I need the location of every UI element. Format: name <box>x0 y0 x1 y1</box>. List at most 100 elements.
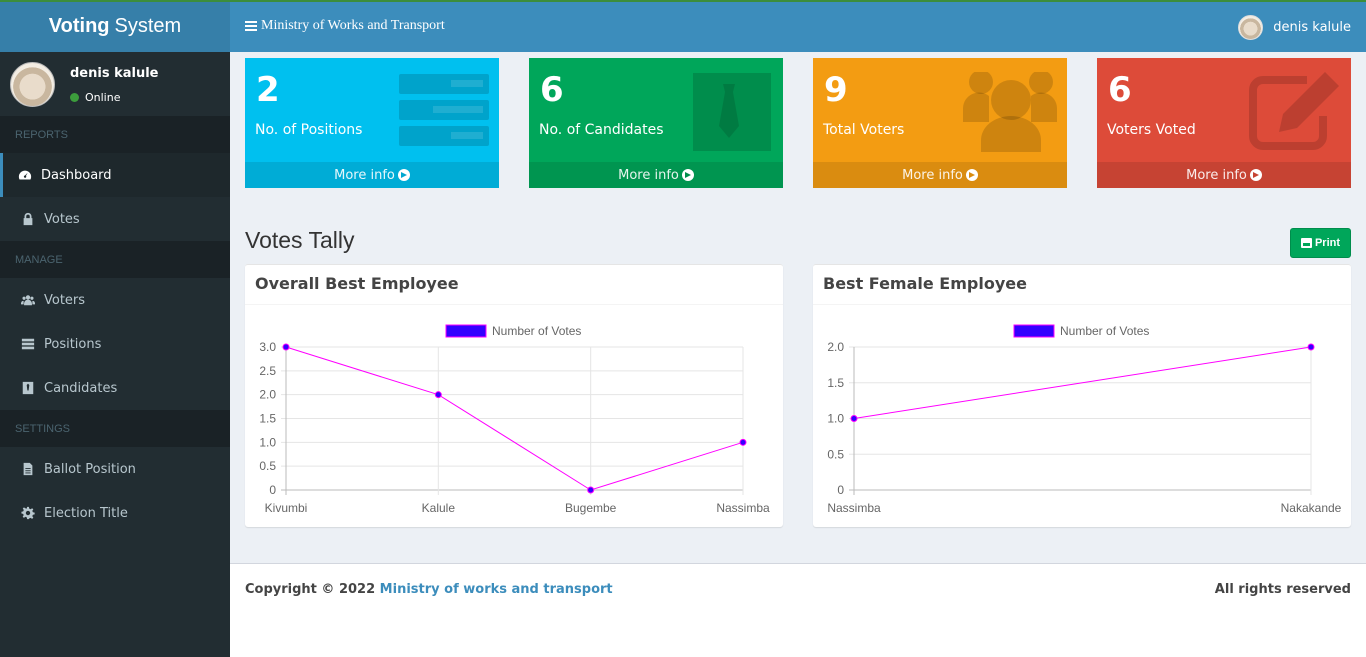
more-info-link[interactable]: More info <box>529 162 783 188</box>
navbar-avatar <box>1238 15 1264 40</box>
section-header-reports: REPORTS <box>0 116 230 153</box>
tie-icon <box>693 73 771 151</box>
data-point <box>1307 343 1315 351</box>
users-icon <box>21 293 35 307</box>
y-tick-label: 0 <box>837 483 844 497</box>
stat-value: 2 <box>256 70 280 110</box>
x-tick-label: Bugembe <box>565 501 617 515</box>
legend-swatch <box>1013 324 1055 338</box>
stat-box-voted: 6 Voters Voted More info <box>1097 58 1351 188</box>
legend-swatch <box>445 324 487 338</box>
tie-icon <box>21 381 35 395</box>
status-label: Online <box>85 91 121 104</box>
sidebar-label-votes: Votes <box>44 211 80 227</box>
more-info-link[interactable]: More info <box>813 162 1067 188</box>
section-header-settings: SETTINGS <box>0 410 230 447</box>
page-footer: Copyright © 2022 Ministry of works and t… <box>230 563 1366 657</box>
stat-box-positions: 2 No. of Positions More info <box>245 58 499 188</box>
list-icon <box>399 74 489 146</box>
user-panel: denis kalule Online <box>0 52 230 116</box>
sidebar-item-dashboard[interactable]: Dashboard <box>0 153 230 197</box>
copyright: Copyright © 2022 Ministry of works and t… <box>245 582 613 597</box>
users-icon <box>963 72 1057 152</box>
y-tick-label: 0 <box>269 483 276 497</box>
logo-bold: Voting <box>48 14 110 37</box>
stat-label: Voters Voted <box>1107 122 1196 138</box>
stat-value: 6 <box>540 70 564 110</box>
print-icon <box>1300 238 1312 248</box>
legend-label: Number of Votes <box>492 324 581 338</box>
y-tick-label: 0.5 <box>259 459 276 473</box>
votes-tally-title: Votes Tally <box>245 227 355 253</box>
legend-label: Number of Votes <box>1060 324 1149 338</box>
chart-legend: Number of Votes <box>1013 324 1149 338</box>
gear-icon <box>21 506 35 520</box>
data-point <box>587 486 595 494</box>
print-button[interactable]: Print <box>1290 228 1351 258</box>
app-logo[interactable]: Voting System <box>0 0 230 52</box>
stat-value: 6 <box>1108 70 1132 110</box>
sidebar: denis kalule Online REPORTS Dashboard Vo… <box>0 52 230 657</box>
stat-label: Total Voters <box>823 122 905 138</box>
sidebar-user-name: denis kalule <box>70 66 159 81</box>
sidebar-label-candidates: Candidates <box>44 380 118 396</box>
y-tick-label: 3.0 <box>259 340 276 354</box>
y-tick-label: 2.0 <box>259 388 276 402</box>
data-point <box>434 391 442 399</box>
sidebar-item-positions[interactable]: Positions <box>0 322 230 366</box>
navbar-title: Ministry of Works and Transport <box>261 18 445 33</box>
tasks-icon <box>21 337 35 351</box>
sidebar-item-voters[interactable]: Voters <box>0 278 230 322</box>
rights-text: All rights reserved <box>1214 582 1351 597</box>
more-info-label: More info <box>1186 167 1247 183</box>
chart-panel-overall: Overall Best Employee Number of Votes 3.0… <box>245 264 783 527</box>
section-header-manage: MANAGE <box>0 241 230 278</box>
x-tick-label: Kalule <box>422 501 456 515</box>
sidebar-label-positions: Positions <box>44 336 102 352</box>
chart-overall-best-employee: Number of Votes 3.0 2.5 2.0 1.5 1.0 0.5 0 Kivumb… <box>259 324 770 515</box>
stat-box-voters: 9 Total Voters More info <box>813 58 1067 188</box>
sidebar-item-votes[interactable]: Votes <box>0 197 230 241</box>
y-tick-label: 1.5 <box>827 376 844 390</box>
x-tick-label: Nassimba <box>827 501 881 515</box>
dashboard-icon <box>18 168 32 182</box>
top-accent-line <box>0 0 1366 2</box>
arrow-circle-right-icon <box>965 169 978 181</box>
chart-legend: Number of Votes <box>445 324 581 338</box>
logo-rest: System <box>114 14 182 37</box>
stat-value: 9 <box>824 70 848 110</box>
sidebar-label-dashboard: Dashboard <box>41 167 112 183</box>
sidebar-item-election-title[interactable]: Election Title <box>0 491 230 535</box>
sidebar-toggle[interactable]: Ministry of Works and Transport <box>245 18 445 34</box>
chart-title: Overall Best Employee <box>245 265 783 305</box>
more-info-link[interactable]: More info <box>1097 162 1351 188</box>
sidebar-label-ballot-position: Ballot Position <box>44 461 136 477</box>
sidebar-item-candidates[interactable]: Candidates <box>0 366 230 410</box>
y-tick-label: 2.0 <box>827 340 844 354</box>
arrow-circle-right-icon <box>1249 169 1262 181</box>
more-info-link[interactable]: More info <box>245 162 499 188</box>
data-point <box>739 438 747 446</box>
sidebar-item-ballot-position[interactable]: Ballot Position <box>0 447 230 491</box>
y-tick-label: 1.0 <box>259 435 276 449</box>
x-tick-label: Nassimba <box>716 501 770 515</box>
copyright-link[interactable]: Ministry of works and transport <box>380 582 613 597</box>
online-dot-icon <box>70 93 79 102</box>
y-tick-label: 1.5 <box>259 412 276 426</box>
y-tick-label: 0.5 <box>827 447 844 461</box>
data-point <box>850 415 858 422</box>
user-menu[interactable]: denis kalule <box>1238 15 1351 40</box>
hamburger-icon[interactable] <box>245 21 257 31</box>
navbar-user-name: denis kalule <box>1273 20 1351 35</box>
y-tick-label: 1.0 <box>827 412 844 426</box>
chart-panel-female: Best Female Employee Number of Votes 2.0 1… <box>813 264 1351 527</box>
print-label: Print <box>1314 237 1341 249</box>
top-navbar: Ministry of Works and Transport denis ka… <box>230 0 1366 52</box>
more-info-label: More info <box>902 167 963 183</box>
more-info-label: More info <box>618 167 679 183</box>
file-text-icon <box>21 462 35 476</box>
sidebar-label-election-title: Election Title <box>44 505 128 521</box>
arrow-circle-right-icon <box>681 169 694 181</box>
lock-icon <box>21 212 35 226</box>
copyright-prefix: Copyright © 2022 <box>245 582 376 597</box>
